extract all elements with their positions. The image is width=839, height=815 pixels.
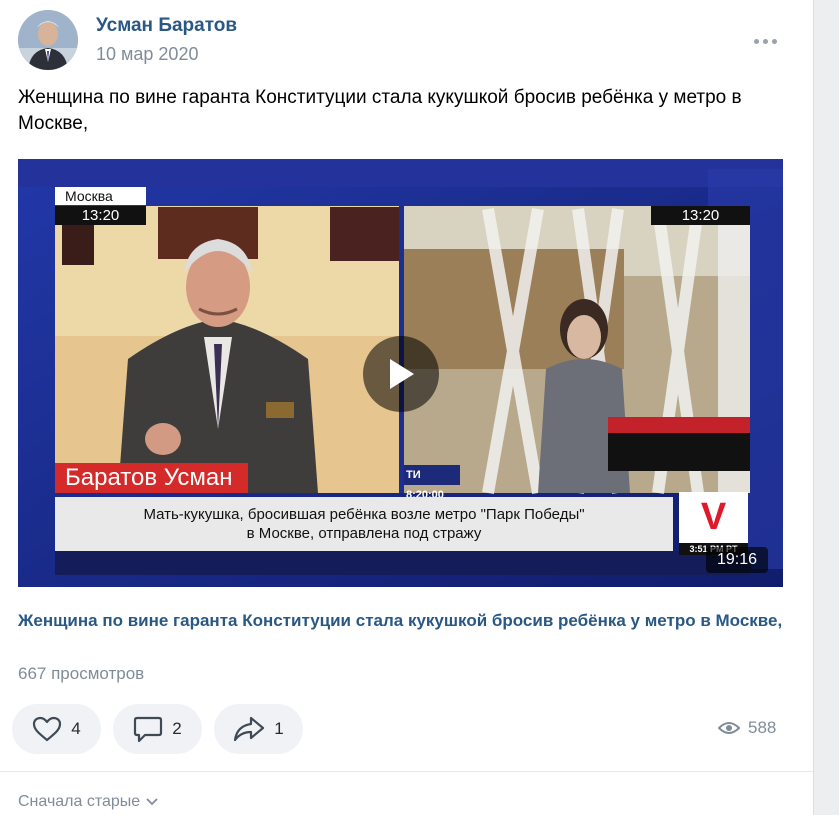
video-player[interactable]: Москва 13:20 13:20 Баратов Усман ТИ 8:20…: [18, 159, 783, 587]
comments-sort-dropdown[interactable]: Сначала старые: [18, 793, 158, 811]
video-caption: Мать-кукушка, бросившая ребёнка возле ме…: [55, 497, 673, 551]
chevron-down-icon: [146, 798, 158, 806]
post-date[interactable]: 10 мар 2020: [96, 44, 198, 65]
like-button[interactable]: 4: [12, 704, 101, 754]
video-views: 667 просмотров: [18, 664, 145, 683]
post-text: Женщина по вине гаранта Конституции стал…: [18, 87, 742, 134]
video-name-plate: Баратов Усман: [55, 463, 248, 493]
author-name[interactable]: Усман Баратов: [96, 15, 237, 37]
eye-icon: [718, 722, 740, 734]
page-side-strip: [813, 0, 839, 815]
post-views: 588: [718, 718, 776, 738]
channel-logo: V: [679, 492, 748, 543]
avatar[interactable]: [18, 10, 78, 70]
play-button[interactable]: [363, 336, 439, 412]
video-caption-line-2: в Москве, отправлена под стражу: [246, 525, 482, 542]
share-count: 1: [274, 719, 284, 738]
comment-icon: [134, 716, 163, 743]
video-time-right: 13:20: [651, 206, 750, 225]
divider: [0, 771, 813, 772]
video-caption-line-1: Мать-кукушка, бросившая ребёнка возле ме…: [143, 506, 585, 523]
comments-sort-label: Сначала старые: [18, 793, 141, 810]
post-views-count: 588: [748, 718, 777, 737]
share-button[interactable]: 1: [214, 704, 303, 754]
avatar-image: [18, 10, 78, 70]
video-city-label: Москва: [55, 187, 146, 205]
like-count: 4: [71, 719, 81, 738]
video-duration: 19:16: [706, 547, 768, 573]
heart-icon: [33, 716, 62, 742]
video-time-left: 13:20: [55, 206, 146, 225]
share-arrow-icon: [234, 716, 265, 742]
video-title-link[interactable]: Женщина по вине гаранта Конституции стал…: [18, 608, 788, 633]
more-options-button[interactable]: [748, 30, 782, 52]
video-ticker-tag: ТИ 8:20:00: [404, 465, 460, 501]
comment-button[interactable]: 2: [113, 704, 202, 754]
more-horizontal-icon: [753, 38, 777, 44]
play-icon: [390, 359, 414, 389]
comment-count: 2: [172, 719, 182, 738]
